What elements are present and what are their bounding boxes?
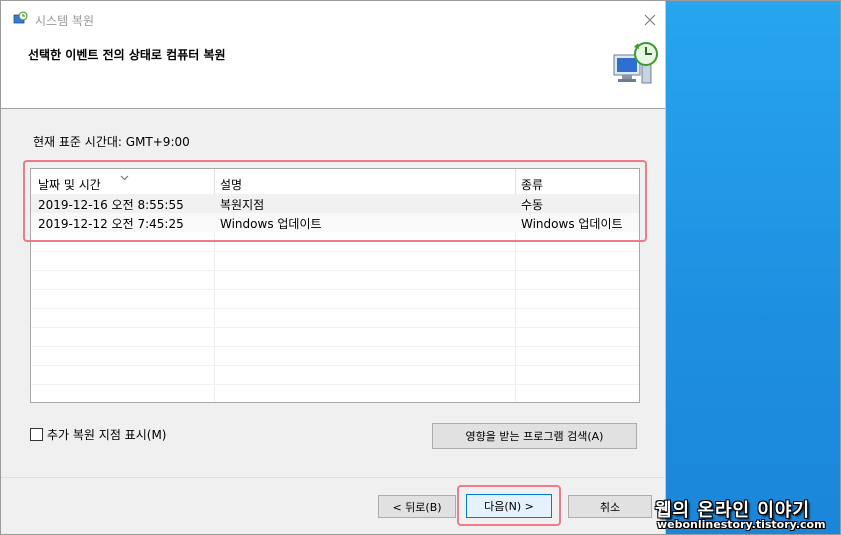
list-highlight-box <box>23 160 647 242</box>
show-more-checkbox[interactable] <box>30 428 43 441</box>
cancel-button[interactable]: 취소 <box>568 495 652 518</box>
show-more-restore-points[interactable]: 추가 복원 지점 표시(M) <box>30 426 166 443</box>
system-restore-dialog: 시스템 복원 선택한 이벤트 전의 상태로 컴퓨터 복원 현재 표준 시간대: … <box>0 0 666 535</box>
back-button[interactable]: < 뒤로(B) <box>378 495 456 518</box>
scan-affected-programs-button[interactable]: 영향을 받는 프로그램 검색(A) <box>432 423 637 449</box>
page-title: 선택한 이벤트 전의 상태로 컴퓨터 복원 <box>28 48 226 62</box>
window-title: 시스템 복원 <box>35 14 95 28</box>
next-highlight-box <box>457 485 561 526</box>
show-more-label: 추가 복원 지점 표시(M) <box>47 428 167 442</box>
desktop-background <box>665 0 841 535</box>
computer-restore-icon <box>612 41 660 87</box>
timezone-label: 현재 표준 시간대: GMT+9:00 <box>33 135 190 149</box>
watermark-url: webonlinestory.tistory.com <box>657 518 826 531</box>
title-bar: 시스템 복원 <box>0 0 665 38</box>
system-restore-icon <box>12 11 28 27</box>
close-icon[interactable] <box>636 6 664 34</box>
footer-divider <box>0 477 665 478</box>
